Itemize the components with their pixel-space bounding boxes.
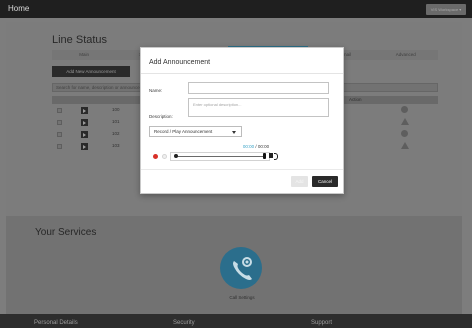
row-checkbox[interactable] xyxy=(57,108,62,113)
row-checkbox[interactable] xyxy=(57,144,62,149)
playback-progress[interactable] xyxy=(170,152,270,161)
record-icon[interactable] xyxy=(153,154,158,159)
warning-triangle-icon xyxy=(401,118,409,125)
services-title: Your Services xyxy=(35,227,97,238)
home-link[interactable]: Home xyxy=(8,4,29,13)
dialog-footer-divider xyxy=(141,169,343,170)
row-checkbox[interactable] xyxy=(57,120,62,125)
row-number: 103 xyxy=(112,143,120,148)
stop-icon[interactable] xyxy=(162,154,167,159)
announcement-mode-select[interactable]: Record / Play Announcement xyxy=(149,126,242,137)
status-circle-icon xyxy=(401,106,408,113)
description-field[interactable]: Enter optional description... xyxy=(188,98,329,117)
status-column-header: Action xyxy=(349,97,362,102)
progress-track xyxy=(175,156,265,157)
play-icon[interactable] xyxy=(81,131,88,138)
top-bar: Home VIS Workspace ▾ xyxy=(0,0,472,18)
services-panel: Your Services Call Settings xyxy=(6,216,462,314)
row-number: 100 xyxy=(112,107,120,112)
dialog-divider xyxy=(141,73,343,74)
description-placeholder: Enter optional description... xyxy=(193,102,242,107)
play-icon[interactable] xyxy=(81,107,88,114)
row-number: 102 xyxy=(112,131,120,136)
status-circle-icon xyxy=(401,130,408,137)
footer: Personal Details Security Support xyxy=(0,314,472,328)
progress-knob[interactable] xyxy=(174,154,178,158)
play-icon[interactable] xyxy=(81,119,88,126)
add-announcement-dialog: Add Announcement Name: Description: Ente… xyxy=(140,47,344,194)
time-current: 00:00 xyxy=(242,144,255,149)
row-number: 101 xyxy=(112,119,120,124)
play-icon[interactable] xyxy=(81,143,88,150)
cancel-button[interactable]: Cancel xyxy=(312,176,338,187)
warning-triangle-icon xyxy=(401,142,409,149)
add-new-announcement-button[interactable]: Add New Announcement xyxy=(52,66,130,77)
description-label: Description: xyxy=(149,114,173,119)
row-checkbox[interactable] xyxy=(57,132,62,137)
chevron-down-icon xyxy=(232,131,236,134)
mic-icon[interactable] xyxy=(263,153,266,159)
time-total: 00:00 xyxy=(257,144,270,149)
line-status-title: Line Status xyxy=(52,34,108,46)
workspace-button[interactable]: VIS Workspace ▾ xyxy=(426,4,466,15)
search-placeholder: Search for name, description or announce… xyxy=(56,85,154,90)
time-readout: 00:00 / 00:00 xyxy=(236,144,276,149)
select-value: Record / Play Announcement xyxy=(154,129,213,134)
tab-main[interactable]: Main xyxy=(52,50,116,60)
add-button[interactable]: Add xyxy=(291,176,308,187)
tab-advanced[interactable]: Advanced xyxy=(374,50,438,60)
footer-personal-details[interactable]: Personal Details xyxy=(34,320,78,326)
call-settings-label: Call Settings xyxy=(229,295,255,300)
volume-icon[interactable] xyxy=(269,153,278,160)
name-label: Name: xyxy=(149,88,163,93)
footer-security[interactable]: Security xyxy=(173,320,195,326)
dialog-title: Add Announcement xyxy=(149,59,211,66)
name-field[interactable] xyxy=(188,82,329,94)
call-settings-button[interactable] xyxy=(220,247,262,289)
footer-support[interactable]: Support xyxy=(311,320,332,326)
phone-gear-icon xyxy=(233,257,252,280)
